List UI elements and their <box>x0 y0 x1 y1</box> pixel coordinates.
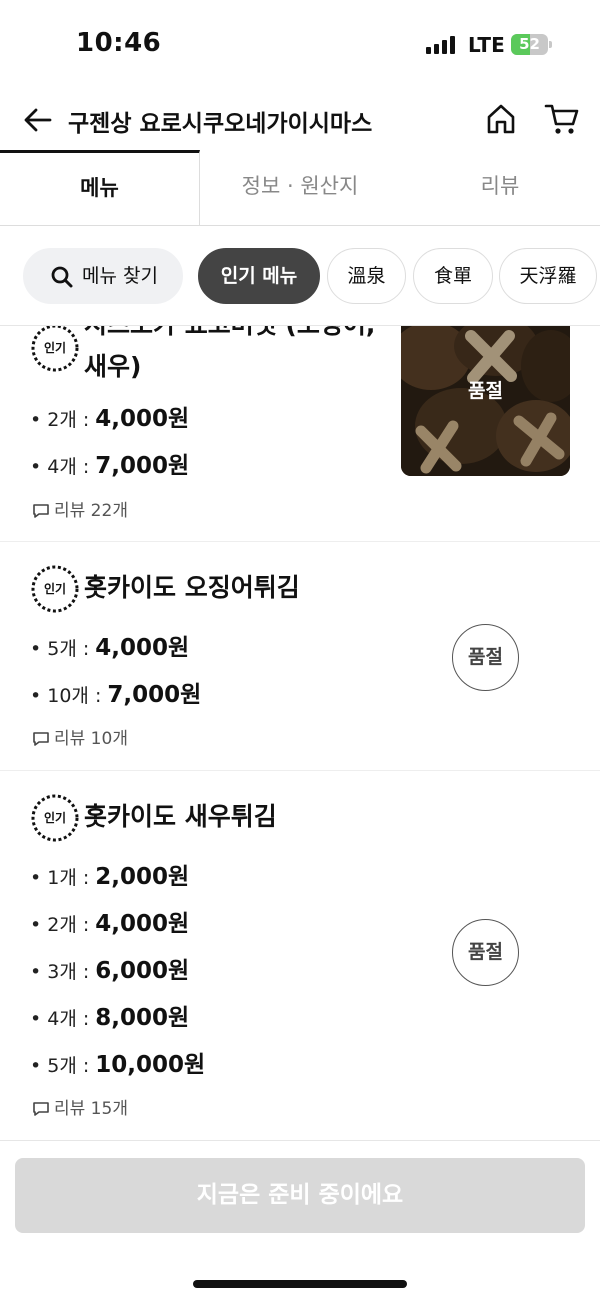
popular-badge-label: 인기 <box>43 582 67 596</box>
chip-popular-menu[interactable]: 인기 메뉴 <box>198 248 320 304</box>
price-value: 6,000원 <box>95 958 190 984</box>
price-qty: • 4개 : <box>30 1008 96 1030</box>
tab-reviews[interactable]: 리뷰 <box>400 150 600 225</box>
tab-bar: 메뉴 정보 · 원산지 리뷰 <box>0 150 600 226</box>
battery-level: 52 <box>519 35 540 53</box>
filter-chip-bar: 메뉴 찾기 인기 메뉴 溫泉 食單 天浮羅 <box>0 248 600 304</box>
price-qty: • 5개 : <box>30 638 96 660</box>
price-qty: • 3개 : <box>30 961 96 983</box>
review-count[interactable]: 리뷰 22개 <box>32 496 128 521</box>
price-qty: • 2개 : <box>30 409 96 431</box>
menu-item-name: 홋카이도 오징어튀김 <box>84 573 300 602</box>
chip-onsen[interactable]: 溫泉 <box>327 248 406 304</box>
price-value: 7,000원 <box>107 682 202 708</box>
price-qty: • 2개 : <box>30 914 96 936</box>
signal-icon <box>426 36 458 54</box>
review-count-label: 리뷰 15개 <box>54 1099 128 1119</box>
battery-icon: 52 <box>511 34 552 55</box>
cart-icon[interactable] <box>544 102 580 136</box>
menu-item-photo: 품절 <box>401 326 570 476</box>
review-count[interactable]: 리뷰 15개 <box>32 1094 128 1119</box>
network-label: LTE <box>468 33 505 57</box>
price-option: • 3개 : 6,000원 <box>30 951 189 985</box>
price-qty: • 1개 : <box>30 867 96 889</box>
home-icon[interactable] <box>484 102 518 136</box>
price-option: • 10개 : 7,000원 <box>30 675 201 709</box>
price-qty: • 5개 : <box>30 1055 96 1077</box>
comment-icon <box>33 504 49 518</box>
price-value: 4,000원 <box>95 635 190 661</box>
review-count-label: 리뷰 10개 <box>54 729 128 749</box>
price-option: • 1개 : 2,000원 <box>30 857 189 891</box>
price-qty: • 4개 : <box>30 456 96 478</box>
price-qty: • 10개 : <box>30 685 108 707</box>
review-count[interactable]: 리뷰 10개 <box>32 724 128 749</box>
store-title: 구젠상 요로시쿠오네가이시마스 <box>68 111 373 137</box>
sold-out-badge: 품절 <box>452 919 519 986</box>
sold-out-badge: 품절 <box>452 624 519 691</box>
price-value: 4,000원 <box>95 911 190 937</box>
sold-out-label: 품절 <box>468 380 503 402</box>
popular-badge: 인기 <box>30 326 80 373</box>
popular-badge: 인기 <box>30 793 80 843</box>
menu-search-button[interactable]: 메뉴 찾기 <box>23 248 183 304</box>
status-time: 10:46 <box>76 28 162 58</box>
popular-badge-label: 인기 <box>43 811 67 825</box>
tab-info-origin[interactable]: 정보 · 원산지 <box>200 150 400 225</box>
price-option: • 5개 : 4,000원 <box>30 628 189 662</box>
price-value: 4,000원 <box>95 406 190 432</box>
order-button-disabled[interactable]: 지금은 준비 중이에요 <box>15 1158 585 1233</box>
price-option: • 2개 : 4,000원 <box>30 904 189 938</box>
menu-item-name: 홋카이도 새우튀김 <box>84 802 277 831</box>
status-bar: 10:46 LTE 52 <box>0 0 600 90</box>
divider <box>0 1140 600 1141</box>
comment-icon <box>33 1102 49 1116</box>
tab-menu[interactable]: 메뉴 <box>0 150 200 225</box>
price-option: • 4개 : 8,000원 <box>30 998 189 1032</box>
menu-item[interactable]: 인기 홋카이도 오징어튀김 • 5개 : 4,000원 • 10개 : 7,00… <box>0 542 600 771</box>
menu-search-label: 메뉴 찾기 <box>82 265 158 287</box>
menu-item[interactable]: 인기 시즈오카 표고버섯 (오징어, 새우) • 2개 : 4,000원 • 4… <box>0 326 600 542</box>
menu-item-name: 시즈오카 표고버섯 (오징어, <box>84 326 375 343</box>
search-icon <box>51 266 73 288</box>
price-value: 2,000원 <box>95 864 190 890</box>
chip-tempura[interactable]: 天浮羅 <box>499 248 597 304</box>
chip-shokutan[interactable]: 食單 <box>413 248 493 304</box>
menu-item[interactable]: 인기 홋카이도 새우튀김 • 1개 : 2,000원 • 2개 : 4,000원… <box>0 771 600 1140</box>
review-count-label: 리뷰 22개 <box>54 501 128 521</box>
menu-list: 인기 시즈오카 표고버섯 (오징어, 새우) • 2개 : 4,000원 • 4… <box>0 326 600 1140</box>
app-header: 구젠상 요로시쿠오네가이시마스 <box>0 90 600 150</box>
home-indicator <box>193 1280 407 1288</box>
comment-icon <box>33 732 49 746</box>
menu-item-name-line2: 새우) <box>84 352 142 381</box>
price-value: 8,000원 <box>95 1005 190 1031</box>
price-option: • 2개 : 4,000원 <box>30 399 189 433</box>
popular-badge-label: 인기 <box>43 341 67 355</box>
popular-badge: 인기 <box>30 564 80 614</box>
back-arrow-icon[interactable] <box>22 104 54 136</box>
price-value: 10,000원 <box>95 1052 206 1078</box>
price-value: 7,000원 <box>95 453 190 479</box>
price-option: • 5개 : 10,000원 <box>30 1045 205 1079</box>
price-option: • 4개 : 7,000원 <box>30 446 189 480</box>
